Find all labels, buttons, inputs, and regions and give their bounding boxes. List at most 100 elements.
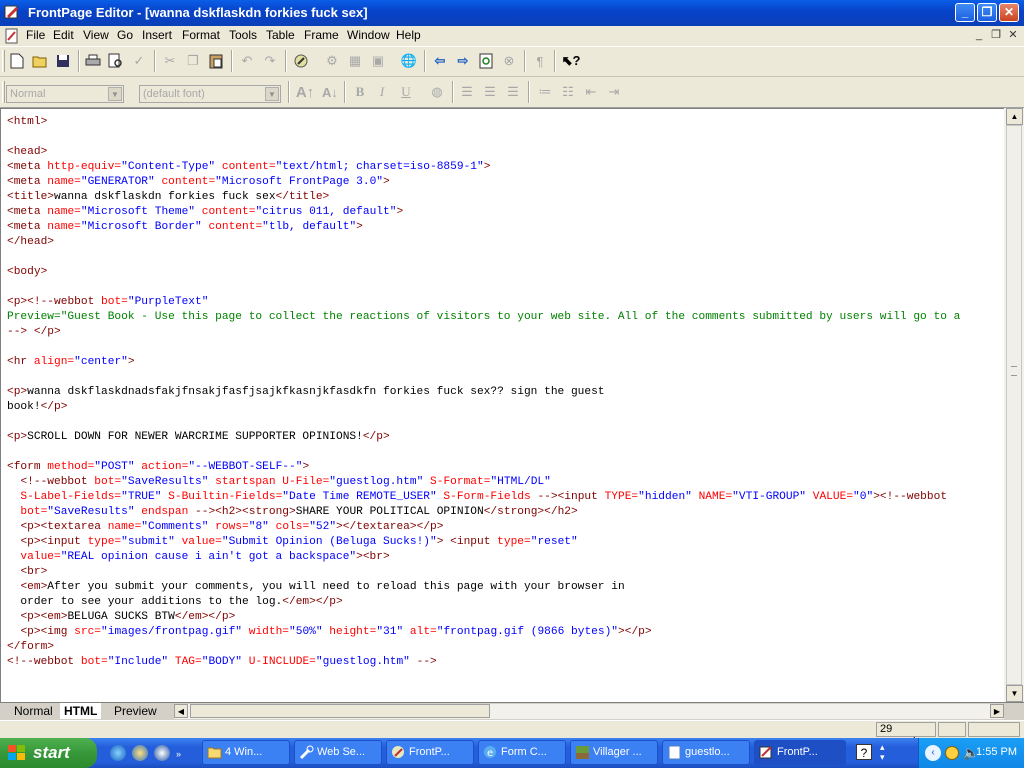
code-line[interactable] [7,340,1004,355]
scroll-right-icon[interactable]: ▶ [990,704,1004,718]
insert-table-icon[interactable]: ▦ [345,51,365,71]
tab-html[interactable]: HTML [60,703,102,719]
code-line[interactable] [7,280,1004,295]
code-line[interactable] [7,250,1004,265]
ie-quicklaunch-icon[interactable] [110,745,126,761]
code-line[interactable]: <form method="POST" action="--WEBBOT-SEL… [7,460,1004,475]
menu-file[interactable]: File [24,28,47,42]
frontpage-explorer-icon[interactable] [291,51,311,71]
mdi-minimize-icon[interactable]: _ [972,29,986,42]
html-code-editor[interactable]: <html> <head> <meta http-equiv="Content-T… [0,108,1004,702]
menu-frame[interactable]: Frame [302,28,341,42]
security-shield-icon[interactable] [945,746,959,760]
code-line[interactable]: </head> [7,235,1004,250]
code-line[interactable] [7,445,1004,460]
style-dropdown[interactable]: Normal ▼ [6,85,124,103]
tab-normal[interactable]: Normal [10,703,57,719]
forward-arrow-icon[interactable]: ⇨ [453,51,473,71]
code-line[interactable]: </form> [7,640,1004,655]
code-line[interactable]: <body> [7,265,1004,280]
scroll-left-icon[interactable]: ◀ [174,704,188,718]
code-line[interactable]: <p><textarea name="Comments" rows="8" co… [7,520,1004,535]
code-line[interactable]: bot="SaveResults" endspan --><h2><strong… [7,505,1004,520]
code-line[interactable]: <meta name="GENERATOR" content="Microsof… [7,175,1004,190]
bulleted-list-icon[interactable]: ☷ [558,82,578,102]
code-line[interactable]: <p><img src="images/frontpag.gif" width=… [7,625,1004,640]
menu-help[interactable]: Help [394,28,423,42]
code-line[interactable]: <em>After you submit your comments, you … [7,580,1004,595]
code-line[interactable]: <p>wanna dskflaskdnadsfakjfnsakjfasfjsaj… [7,385,1004,400]
horizontal-scrollbar[interactable]: ◀ ▶ [174,704,1004,719]
document-menu-icon[interactable] [4,28,20,44]
code-line[interactable]: <p><em>BELUGA SUCKS BTW</em></p> [7,610,1004,625]
horizontal-scroll-thumb[interactable] [190,704,490,718]
language-icon[interactable]: ▴ ▾ [880,742,892,762]
mdi-restore-icon[interactable]: ❐ [989,29,1003,42]
menu-insert[interactable]: Insert [140,28,174,42]
code-line[interactable] [7,130,1004,145]
decrease-font-icon[interactable]: A↓ [320,82,340,102]
menu-view[interactable]: View [81,28,111,42]
paste-icon[interactable] [206,51,226,71]
task-button-frontpage-explorer[interactable]: FrontP... [386,740,474,765]
menu-tools[interactable]: Tools [227,28,259,42]
italic-icon[interactable]: I [372,82,392,102]
align-left-icon[interactable]: ☰ [457,82,477,102]
mdi-close-icon[interactable]: ✕ [1006,29,1020,42]
tab-preview[interactable]: Preview [110,703,161,719]
print-preview-icon[interactable] [106,51,126,71]
task-button-frontpage-editor[interactable]: FrontP... [754,740,846,765]
code-line[interactable]: <!--webbot bot="SaveResults" startspan U… [7,475,1004,490]
increase-font-icon[interactable]: A↑ [295,82,315,102]
help-icon[interactable]: ? [856,744,872,760]
print-icon[interactable] [83,51,103,71]
code-line[interactable]: <!--webbot bot="Include" TAG="BODY" U-IN… [7,655,1004,670]
task-button-web-search[interactable]: Web Se... [294,740,382,765]
code-line[interactable]: <meta http-equiv="Content-Type" content=… [7,160,1004,175]
code-line[interactable]: order to see your additions to the log.<… [7,595,1004,610]
insert-webbot-icon[interactable]: ⚙ [322,51,342,71]
copy-icon[interactable]: ❐ [183,51,203,71]
back-arrow-icon[interactable]: ⇦ [430,51,450,71]
toolbar-grip[interactable] [2,81,5,103]
code-line[interactable]: S-Label-Fields="TRUE" S-Builtin-Fields="… [7,490,1004,505]
align-right-icon[interactable]: ☰ [503,82,523,102]
save-icon[interactable] [53,51,73,71]
code-line[interactable]: <hr align="center"> [7,355,1004,370]
html-source[interactable]: <html> <head> <meta http-equiv="Content-T… [1,109,1004,670]
close-button[interactable]: ✕ [999,3,1019,22]
task-button-windows-explorer[interactable]: 4 Win... [202,740,290,765]
code-line[interactable]: Preview="Guest Book - Use this page to c… [7,310,1004,325]
media-player-quicklaunch-icon[interactable] [154,745,170,761]
decrease-indent-icon[interactable]: ⇤ [581,82,601,102]
task-button-guestlog[interactable]: guestlo... [662,740,750,765]
code-line[interactable]: --> </p> [7,325,1004,340]
vertical-scroll-thumb[interactable] [1006,125,1022,685]
undo-icon[interactable]: ↶ [237,51,257,71]
menu-window[interactable]: Window [345,28,392,42]
start-button[interactable]: start [0,738,97,768]
chevron-down-icon[interactable]: ▼ [108,87,122,101]
open-folder-icon[interactable] [30,51,50,71]
code-line[interactable]: <p><input type="submit" value="Submit Op… [7,535,1004,550]
help-pointer-icon[interactable]: ⬉? [561,51,581,71]
underline-icon[interactable]: U [396,82,416,102]
code-line[interactable]: <meta name="Microsoft Border" content="t… [7,220,1004,235]
code-line[interactable]: value="REAL opinion cause i ain't got a … [7,550,1004,565]
stop-icon[interactable]: ⊗ [499,51,519,71]
code-line[interactable]: <html> [7,115,1004,130]
menu-go[interactable]: Go [115,28,135,42]
code-line[interactable]: <p>SCROLL DOWN FOR NEWER WARCRIME SUPPOR… [7,430,1004,445]
bold-icon[interactable]: B [350,82,370,102]
cut-icon[interactable]: ✂ [160,51,180,71]
spelling-icon[interactable]: ✓ [129,51,149,71]
redo-icon[interactable]: ↷ [260,51,280,71]
insert-image-icon[interactable]: ▣ [368,51,388,71]
code-line[interactable]: <p><!--webbot bot="PurpleText" [7,295,1004,310]
code-line[interactable] [7,370,1004,385]
numbered-list-icon[interactable]: ≔ [535,82,555,102]
scroll-down-icon[interactable]: ▼ [1006,685,1023,702]
font-dropdown[interactable]: (default font) ▼ [139,85,281,103]
code-line[interactable] [7,415,1004,430]
code-line[interactable]: book!</p> [7,400,1004,415]
